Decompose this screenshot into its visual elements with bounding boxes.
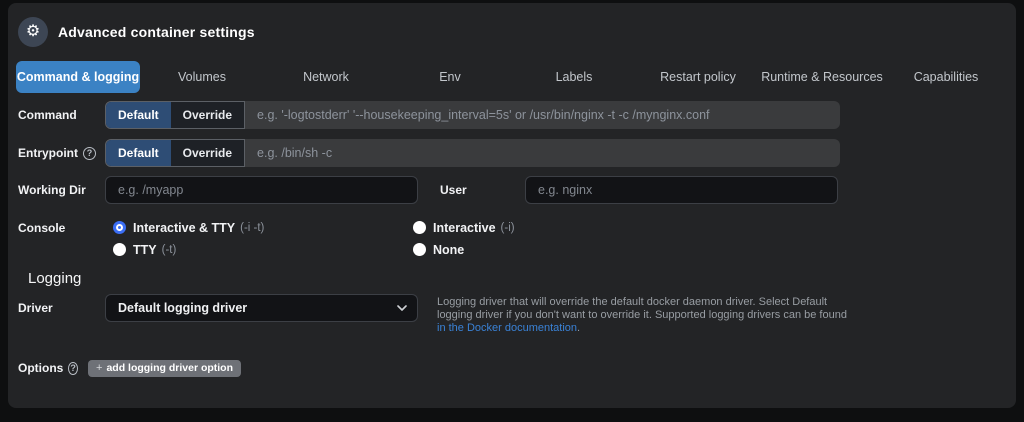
settings-form: Command Default Override Entrypoint ? De… — [8, 101, 1016, 377]
radio-flag: (-i -t) — [240, 221, 265, 234]
help-icon[interactable]: ? — [83, 146, 96, 160]
tab-labels[interactable]: Labels — [512, 61, 636, 93]
command-label: Command — [18, 108, 105, 122]
radio-unselected-icon — [113, 243, 126, 256]
advanced-container-settings-panel: ⚙ Advanced container settings Command & … — [8, 3, 1016, 408]
driver-label-text: Driver — [18, 301, 53, 315]
gear-icon-glyph: ⚙ — [25, 23, 41, 40]
user-label-text: User — [440, 183, 467, 197]
radio-flag: (-i) — [500, 221, 515, 234]
entrypoint-default-button[interactable]: Default — [106, 140, 171, 166]
tab-network[interactable]: Network — [264, 61, 388, 93]
radio-label: Interactive — [433, 220, 496, 235]
tab-label: Runtime & Resources — [761, 70, 883, 84]
tab-label: Restart policy — [660, 70, 736, 84]
driver-row: Driver Default logging driver Logging dr… — [18, 294, 1006, 336]
radio-tty[interactable]: TTY (-t) — [105, 240, 405, 259]
options-label-text: Options — [18, 361, 64, 376]
driver-select[interactable]: Default logging driver — [105, 294, 418, 322]
radio-label: Interactive & TTY — [133, 220, 236, 235]
user-input[interactable] — [525, 176, 838, 204]
working-dir-user-row: Working Dir User — [18, 176, 1006, 204]
command-label-text: Command — [18, 108, 77, 122]
help-icon[interactable]: ? — [68, 361, 78, 375]
logging-section-title: Logging — [28, 270, 82, 287]
working-dir-label-text: Working Dir — [18, 183, 86, 197]
console-label-text: Console — [18, 220, 66, 235]
entrypoint-row: Entrypoint ? Default Override — [18, 139, 1006, 167]
driver-description-text: Logging driver that will override the de… — [437, 296, 847, 322]
radio-interactive[interactable]: Interactive (-i) — [405, 218, 515, 237]
entrypoint-override-button[interactable]: Override — [170, 140, 245, 166]
tab-bar: Command & logging Volumes Network Env La… — [16, 61, 1008, 93]
tab-label: Command & logging — [16, 70, 140, 84]
add-logging-driver-option-button[interactable]: + add logging driver option — [88, 359, 242, 377]
tab-label: Network — [303, 70, 349, 84]
working-dir-label: Working Dir — [18, 183, 105, 197]
command-override-button[interactable]: Override — [170, 102, 245, 128]
radio-unselected-icon — [413, 243, 426, 256]
command-row: Command Default Override — [18, 101, 1006, 129]
radio-interactive-tty[interactable]: Interactive & TTY (-i -t) — [105, 218, 405, 237]
entrypoint-label-text: Entrypoint — [18, 146, 78, 160]
radio-flag: (-t) — [161, 243, 177, 256]
entrypoint-label: Entrypoint ? — [18, 146, 105, 160]
add-option-button-label: add logging driver option — [106, 362, 234, 375]
tab-capabilities[interactable]: Capabilities — [884, 61, 1008, 93]
tab-command-logging[interactable]: Command & logging — [16, 61, 140, 93]
tab-label: Volumes — [178, 70, 226, 84]
driver-select-value: Default logging driver — [118, 301, 248, 315]
radio-label: None — [433, 242, 465, 257]
tab-volumes[interactable]: Volumes — [140, 61, 264, 93]
tab-restart-policy[interactable]: Restart policy — [636, 61, 760, 93]
gear-icon: ⚙ — [18, 17, 48, 47]
radio-none[interactable]: None — [405, 240, 515, 259]
docker-documentation-link[interactable]: in the Docker documentation — [437, 322, 577, 334]
driver-description: Logging driver that will override the de… — [437, 294, 849, 336]
options-label: Options ? — [18, 361, 78, 375]
driver-label: Driver — [18, 294, 105, 322]
console-radio-group: Interactive & TTY (-i -t) Interactive (-… — [105, 218, 515, 259]
command-default-button[interactable]: Default — [106, 102, 171, 128]
tab-runtime-resources[interactable]: Runtime & Resources — [760, 61, 884, 93]
chevron-down-icon — [397, 305, 407, 311]
console-label: Console — [18, 218, 105, 237]
radio-label: TTY — [133, 242, 157, 257]
tab-label: Labels — [555, 70, 593, 84]
command-mode-toggle: Default Override — [105, 101, 246, 129]
panel-title: Advanced container settings — [58, 24, 255, 40]
entrypoint-input[interactable] — [245, 139, 840, 167]
command-control: Default Override — [105, 101, 840, 129]
radio-selected-icon — [113, 221, 126, 234]
user-label: User — [440, 183, 525, 197]
entrypoint-control: Default Override — [105, 139, 840, 167]
panel-header: ⚙ Advanced container settings — [8, 3, 1016, 61]
driver-description-period: . — [577, 322, 581, 335]
entrypoint-mode-toggle: Default Override — [105, 139, 246, 167]
console-row: Console Interactive & TTY (-i -t) Intera… — [18, 218, 1006, 259]
radio-unselected-icon — [413, 221, 426, 234]
working-dir-input[interactable] — [105, 176, 418, 204]
tab-env[interactable]: Env — [388, 61, 512, 93]
tab-label: Env — [439, 70, 461, 84]
tab-label: Capabilities — [913, 70, 979, 84]
options-row: Options ? + add logging driver option — [18, 359, 1006, 377]
command-input[interactable] — [245, 101, 840, 129]
plus-icon: + — [96, 361, 103, 374]
